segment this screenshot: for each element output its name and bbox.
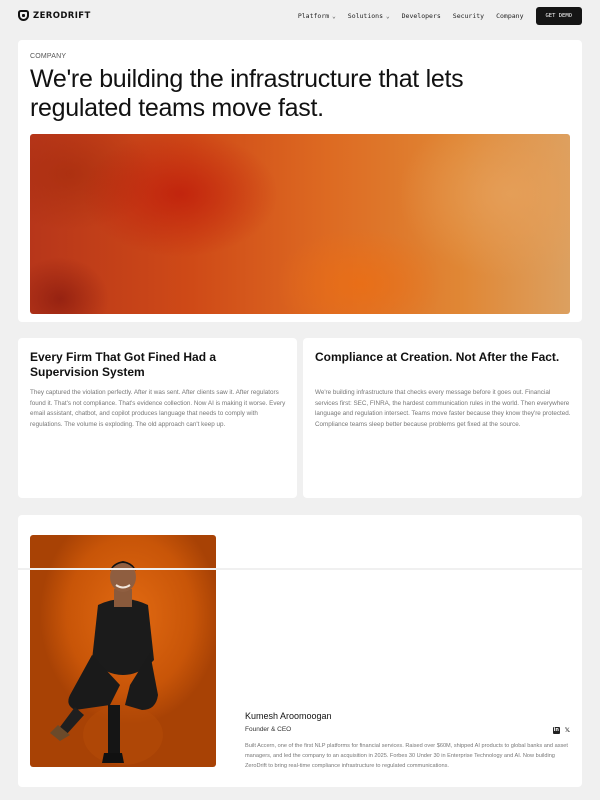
logo-text: ZERODRIFT — [33, 10, 91, 21]
social-links: in 𝕏 — [552, 726, 570, 734]
nav-link-developers[interactable]: Developers — [402, 12, 441, 20]
get-demo-button[interactable]: GET DEMO — [535, 7, 582, 25]
problem-title: Every Firm That Got Fined Had a Supervis… — [30, 350, 217, 379]
top-nav: ZERODRIFT Platform ⌄ Solutions ⌄ Develop… — [0, 0, 600, 32]
logo[interactable]: ZERODRIFT — [18, 10, 91, 21]
nav-link-label: Developers — [401, 12, 441, 20]
solution-card: Compliance at Creation. Not After the Fa… — [303, 338, 582, 498]
nav-link-platform[interactable]: Platform ⌄ — [298, 12, 336, 20]
nav-link-label: Solutions — [347, 12, 384, 20]
hero-card: COMPANY We're building the infrastructur… — [18, 40, 582, 322]
nav-link-company[interactable]: Company — [496, 12, 523, 20]
linkedin-icon[interactable]: in — [552, 726, 560, 734]
x-icon[interactable]: 𝕏 — [565, 726, 570, 734]
divider — [18, 568, 582, 570]
shield-logo-icon — [18, 10, 29, 21]
chevron-down-icon: ⌄ — [332, 12, 336, 20]
problem-card: Every Firm That Got Fined Had a Supervis… — [18, 338, 297, 498]
solution-body: We're building infrastructure that check… — [315, 389, 571, 428]
founder-role: Founder & CEO — [245, 726, 292, 733]
nav-link-security[interactable]: Security — [453, 12, 484, 20]
nav-link-label: Platform — [297, 12, 330, 20]
problem-body: They captured the violation perfectly. A… — [30, 389, 286, 428]
nav-link-label: Company — [496, 12, 524, 20]
founder-name: Kumesh Aroomoogan — [245, 711, 332, 721]
hero-gradient-image — [30, 134, 570, 314]
nav-links: Platform ⌄ Solutions ⌄ Developers Securi… — [298, 7, 582, 25]
page-title: We're building the infrastructure that l… — [30, 65, 464, 122]
eyebrow-label: COMPANY — [30, 53, 67, 60]
nav-link-label: Security — [452, 12, 485, 20]
solution-title: Compliance at Creation. Not After the Fa… — [315, 350, 560, 364]
chevron-down-icon: ⌄ — [386, 12, 390, 20]
founder-bio: Built Accern, one of the first NLP platf… — [245, 743, 568, 769]
nav-link-solutions[interactable]: Solutions ⌄ — [348, 12, 390, 20]
team-card: Kumesh Aroomoogan Founder & CEO in 𝕏 Bui… — [18, 515, 582, 787]
